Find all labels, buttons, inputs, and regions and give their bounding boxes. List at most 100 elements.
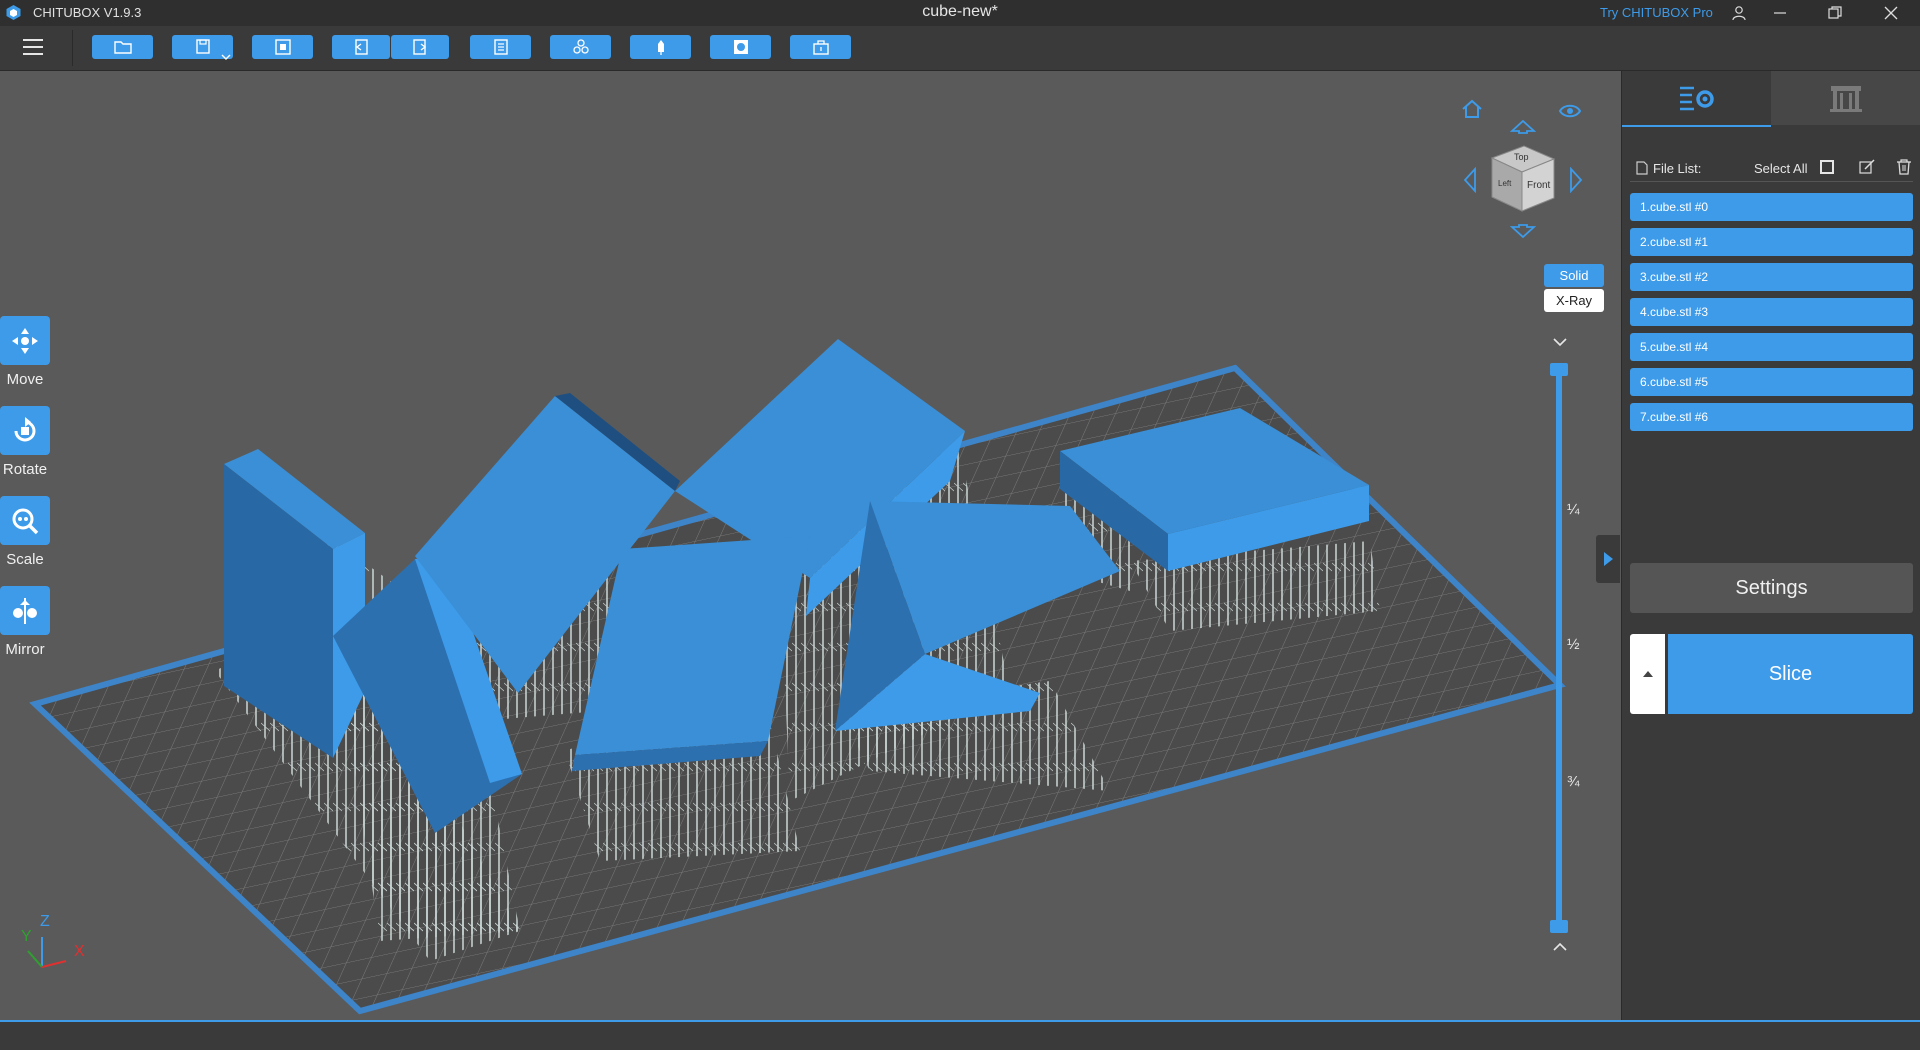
- file-item-7[interactable]: 7.cube.stl #6: [1630, 403, 1913, 431]
- layer-slider-track[interactable]: [1556, 369, 1562, 926]
- tab-settings-files[interactable]: [1622, 71, 1771, 127]
- minimize-button[interactable]: [1757, 0, 1803, 26]
- dig-hole-button[interactable]: [790, 35, 851, 59]
- layer-slider-top-handle[interactable]: [1550, 363, 1568, 376]
- mirror-icon: [13, 597, 37, 624]
- edit-icon[interactable]: [1859, 159, 1875, 175]
- layout-button[interactable]: [470, 35, 531, 59]
- file-list-icon: [1636, 161, 1648, 175]
- folder-icon: [113, 41, 132, 54]
- hollow-button[interactable]: [710, 35, 771, 59]
- save-button[interactable]: [172, 35, 233, 60]
- scale-tool[interactable]: Scale: [0, 496, 50, 568]
- slice-options-button[interactable]: [1630, 634, 1665, 714]
- move-icon: [12, 327, 38, 354]
- arrange-icon: [572, 39, 589, 54]
- 3d-viewport[interactable]: Z Y X Move Rotate Scale Mirror Top Front…: [0, 71, 1620, 1020]
- center-model-button[interactable]: [252, 35, 313, 59]
- panel-toggle-arrow-icon: [1604, 552, 1613, 566]
- minimize-icon: [1774, 12, 1786, 14]
- xray-mode-button[interactable]: X-Ray: [1544, 289, 1604, 312]
- view-cube[interactable]: Top Front Left: [1490, 143, 1556, 213]
- view-left-arrow-icon[interactable]: [1463, 167, 1479, 193]
- layer-slider-bottom-handle[interactable]: [1550, 920, 1568, 933]
- eye-icon[interactable]: [1558, 103, 1582, 119]
- axis-label-x: X: [74, 943, 85, 960]
- export-button[interactable]: [391, 35, 449, 59]
- home-view-icon[interactable]: [1460, 98, 1484, 120]
- slider-tick-quarter: ¼: [1567, 501, 1580, 518]
- axis-label-z: Z: [40, 913, 50, 930]
- restore-button[interactable]: [1812, 0, 1858, 26]
- select-all-label: Select All: [1754, 161, 1808, 176]
- axis-triad: [27, 937, 67, 968]
- file-item-4[interactable]: 4.cube.stl #3: [1630, 298, 1913, 326]
- close-button[interactable]: [1868, 0, 1914, 26]
- toolbar: [0, 26, 1920, 71]
- menu-button[interactable]: [22, 37, 44, 62]
- support-icon: [657, 40, 664, 55]
- build-plate-scene[interactable]: [0, 71, 1620, 1020]
- hamburger-icon: [23, 39, 43, 55]
- account-button[interactable]: [1716, 0, 1762, 26]
- export-icon: [413, 39, 427, 55]
- slider-tick-half: ½: [1567, 636, 1580, 653]
- user-icon: [1732, 6, 1746, 21]
- select-all-checkbox[interactable]: [1820, 160, 1834, 174]
- caret-up-icon: [1642, 671, 1653, 677]
- right-panel: File List: Select All 1.cube.stl #0 2.cu…: [1621, 71, 1920, 1020]
- file-item-3[interactable]: 3.cube.stl #2: [1630, 263, 1913, 291]
- restore-icon: [1828, 6, 1842, 19]
- settings-button[interactable]: Settings: [1630, 563, 1913, 613]
- mirror-tool-label: Mirror: [5, 641, 45, 658]
- dig-hole-icon: [812, 40, 829, 55]
- save-icon: [195, 39, 210, 54]
- file-item-5[interactable]: 5.cube.stl #4: [1630, 333, 1913, 361]
- scale-tool-label: Scale: [6, 551, 44, 568]
- solid-mode-button[interactable]: Solid: [1544, 264, 1604, 287]
- file-item-1[interactable]: 1.cube.stl #0: [1630, 193, 1913, 221]
- view-cube-front-label: Front: [1527, 180, 1551, 191]
- slice-button[interactable]: Slice: [1668, 634, 1913, 714]
- file-item-2[interactable]: 2.cube.stl #1: [1630, 228, 1913, 256]
- status-bar: [0, 1020, 1920, 1050]
- app-name: CHITUBOX V1.9.3: [33, 5, 142, 20]
- chevron-down-icon: [221, 54, 231, 60]
- view-cube-top-label: Top: [1514, 152, 1529, 162]
- trash-icon[interactable]: [1896, 159, 1912, 175]
- import-button[interactable]: [332, 35, 390, 59]
- slider-tick-three-quarter: ¾: [1567, 773, 1580, 790]
- layout-icon: [493, 39, 508, 55]
- try-pro-link[interactable]: Try CHITUBOX Pro: [1600, 5, 1713, 20]
- open-file-button[interactable]: [92, 35, 153, 59]
- arrange-button[interactable]: [550, 35, 611, 59]
- axis-label-y: Y: [21, 928, 32, 945]
- view-up-arrow-icon[interactable]: [1510, 119, 1536, 135]
- file-list-label: File List:: [1653, 161, 1702, 176]
- view-cube-left-label: Left: [1498, 179, 1512, 188]
- file-item-6[interactable]: 6.cube.stl #5: [1630, 368, 1913, 396]
- chitubox-logo-icon: [6, 5, 21, 20]
- support-button[interactable]: [630, 35, 691, 59]
- rotate-tool-label: Rotate: [2, 461, 48, 478]
- import-icon: [355, 39, 368, 55]
- tab-printer[interactable]: [1771, 71, 1920, 125]
- rotate-icon: [14, 416, 36, 441]
- rotate-tool[interactable]: Rotate: [0, 406, 50, 478]
- panel-toggle-button[interactable]: [1596, 535, 1620, 583]
- scale-icon: [12, 508, 39, 534]
- view-right-arrow-icon[interactable]: [1567, 167, 1583, 193]
- view-down-arrow-icon[interactable]: [1510, 223, 1536, 239]
- slider-collapse-icon[interactable]: [1552, 337, 1568, 347]
- list-settings-icon: [1679, 86, 1714, 111]
- hollow-icon: [733, 40, 748, 54]
- printer-icon: [1830, 86, 1862, 112]
- file-list-divider: [1630, 181, 1913, 182]
- slider-expand-icon[interactable]: [1552, 942, 1568, 952]
- move-tool[interactable]: Move: [0, 316, 50, 388]
- close-icon: [1884, 6, 1898, 20]
- title-bar: CHITUBOX V1.9.3 cube-new* Try CHITUBOX P…: [0, 0, 1920, 26]
- move-tool-label: Move: [6, 371, 44, 388]
- mirror-tool[interactable]: Mirror: [0, 586, 50, 658]
- center-icon: [274, 39, 291, 55]
